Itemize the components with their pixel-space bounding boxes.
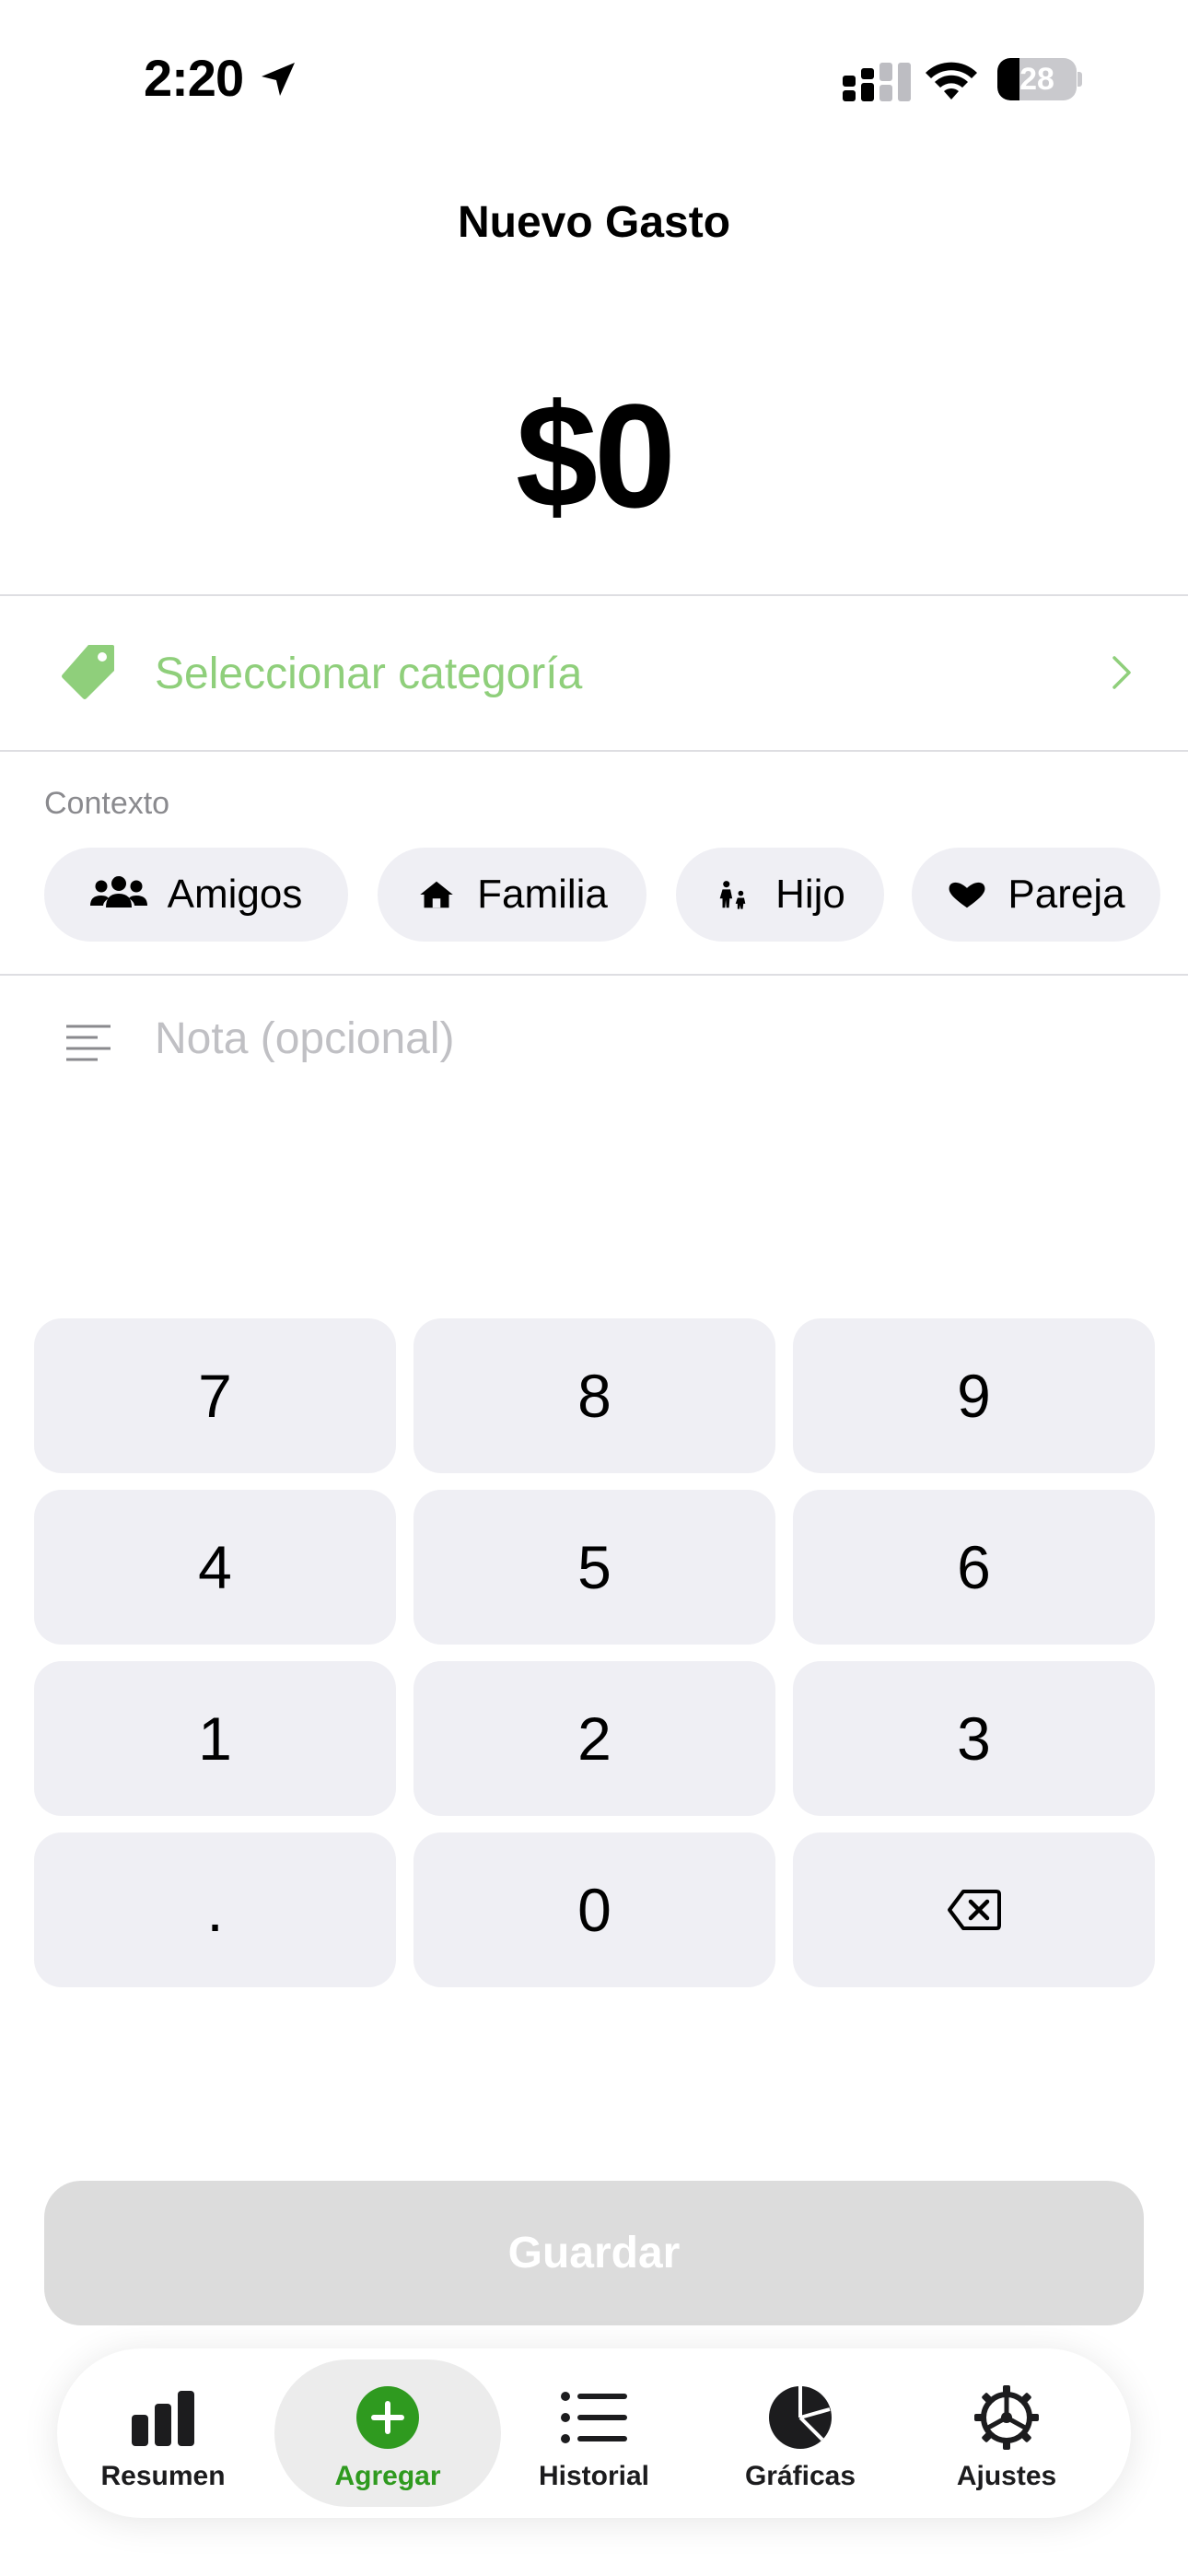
chip-amigos[interactable]: Amigos [44,848,348,942]
parent-child-icon [719,881,746,909]
key-2[interactable]: 2 [413,1661,775,1816]
pie-chart-icon [769,2386,832,2449]
tab-label: Historial [538,2461,650,2491]
chip-hijo[interactable]: Hijo [676,848,884,942]
key-5[interactable]: 5 [413,1490,775,1645]
chip-label: Familia [477,872,608,917]
tab-graficas[interactable]: Gráficas [694,2359,906,2507]
divider [0,974,1188,976]
people-icon [89,876,147,907]
tab-historial[interactable]: Historial [488,2359,700,2507]
tab-agregar[interactable]: Agregar [274,2359,501,2507]
plus-circle-icon [356,2386,419,2449]
key-0[interactable]: 0 [413,1832,775,1987]
category-selector[interactable]: Seleccionar categoría [0,599,1188,748]
divider [0,750,1188,752]
chip-familia[interactable]: Familia [378,848,646,942]
key-7[interactable]: 7 [34,1318,396,1473]
note-row [0,978,1188,1098]
save-button[interactable]: Guardar [44,2181,1144,2325]
new-expense-screen: 2:20 28 Nuevo Gasto $0 Seleccionar categ… [0,0,1188,2576]
location-arrow-icon [262,63,295,96]
text-lines-icon [66,1025,111,1061]
backspace-button[interactable] [793,1832,1155,1987]
key-4[interactable]: 4 [34,1490,396,1645]
list-icon [561,2392,627,2443]
status-time: 2:20 [144,49,244,107]
tab-label: Gráficas [744,2461,856,2491]
house-icon [420,881,453,908]
chip-pareja[interactable]: Pareja [912,848,1160,942]
key-8[interactable]: 8 [413,1318,775,1473]
key-decimal[interactable]: . [34,1832,396,1987]
key-3[interactable]: 3 [793,1661,1155,1816]
bar-chart-icon [132,2391,194,2446]
battery-icon: 28 [997,58,1082,100]
context-label: Contexto [44,786,170,821]
chip-label: Hijo [775,872,845,917]
tab-label: Agregar [334,2461,441,2491]
heart-icon [949,882,985,908]
page-title: Nuevo Gasto [457,198,731,247]
tab-resumen[interactable]: Resumen [57,2359,269,2507]
tab-ajustes[interactable]: Ajustes [901,2359,1112,2507]
gear-icon [974,2385,1039,2450]
backspace-icon [947,1890,1001,1930]
tab-label: Ajustes [956,2461,1057,2491]
amount-display: $0 [516,373,676,538]
key-6[interactable]: 6 [793,1490,1155,1645]
note-input[interactable] [155,1006,1131,1071]
key-9[interactable]: 9 [793,1318,1155,1473]
tab-label: Resumen [100,2461,226,2491]
chevron-right-icon [1112,656,1131,689]
signal-icon [843,63,911,101]
chip-label: Amigos [167,872,303,917]
chip-label: Pareja [1007,872,1125,917]
tab-bar: Resumen Agregar Historial Gráficas Ajust… [57,2348,1131,2518]
battery-level: 28 [1019,62,1054,97]
wifi-icon [926,62,977,100]
category-placeholder: Seleccionar categoría [155,650,583,698]
tag-icon [62,645,114,699]
divider [0,594,1188,596]
key-1[interactable]: 1 [34,1661,396,1816]
